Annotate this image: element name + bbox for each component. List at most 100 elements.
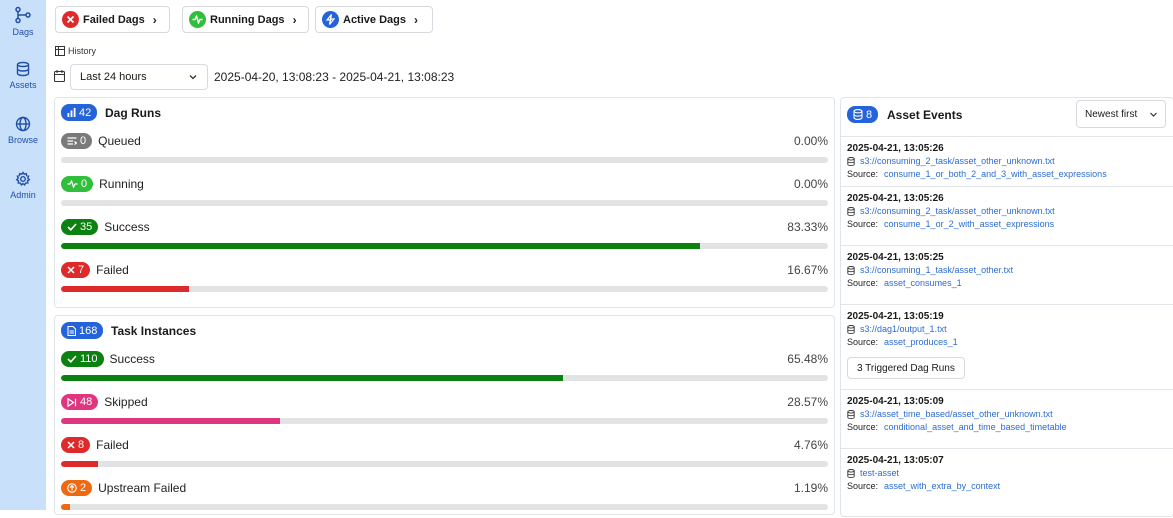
status-label: Skipped bbox=[104, 395, 148, 409]
chevron-right-icon: › bbox=[413, 12, 418, 27]
progress-bar bbox=[61, 418, 828, 424]
lightning-icon bbox=[322, 11, 339, 28]
sort-order-value: Newest first bbox=[1085, 108, 1138, 120]
status-row-failed: 7 Failed bbox=[61, 262, 129, 278]
sidebar-item-admin[interactable]: Admin bbox=[0, 171, 46, 200]
status-label: Queued bbox=[98, 134, 141, 148]
status-row-upstream-failed: 2 Upstream Failed bbox=[61, 480, 186, 496]
chevron-right-icon: › bbox=[292, 12, 297, 27]
asset-link[interactable]: test-asset bbox=[847, 468, 899, 478]
progress-bar-fill bbox=[61, 418, 281, 424]
progress-bar-fill bbox=[61, 504, 71, 510]
progress-bar-fill bbox=[61, 375, 564, 381]
progress-bar bbox=[61, 461, 828, 467]
dag-runs-count: 42 bbox=[79, 106, 92, 119]
queue-icon bbox=[67, 137, 77, 145]
status-label: Failed bbox=[96, 438, 129, 452]
database-icon bbox=[847, 324, 855, 334]
progress-bar-fill bbox=[61, 286, 189, 292]
status-row-failed: 8 Failed bbox=[61, 437, 129, 453]
dag-runs-card: 42 Dag Runs 0 Queued 0.00% 0 Running 0.00% 35 S… bbox=[54, 97, 835, 308]
source-label: Source: bbox=[847, 481, 879, 491]
time-range-select[interactable]: Last 24 hours bbox=[70, 64, 208, 90]
status-badge: 8 bbox=[61, 437, 91, 453]
asset-events-card: 8 Asset Events Newest first 2025-04-21, … bbox=[840, 97, 1173, 517]
progress-bar bbox=[61, 375, 828, 381]
event-timestamp: 2025-04-21, 13:05:25 bbox=[847, 252, 944, 263]
asset-link[interactable]: s3://consuming_2_task/asset_other_unknow… bbox=[847, 206, 1055, 216]
progress-bar bbox=[61, 243, 828, 249]
status-badge: 110 bbox=[61, 351, 104, 367]
source-label: Source: bbox=[847, 278, 879, 288]
status-row-queued: 0 Queued bbox=[61, 133, 141, 149]
running-dags-label: Running Dags bbox=[210, 13, 285, 26]
source-dag-link[interactable]: asset_produces_1 bbox=[884, 337, 958, 347]
database-icon bbox=[847, 156, 855, 166]
sidebar-item-label: Assets bbox=[9, 80, 37, 90]
status-badge: 7 bbox=[61, 262, 91, 278]
event-source: Source: consume_1_or_both_2_and_3_with_as… bbox=[847, 169, 1107, 179]
source-label: Source: bbox=[847, 219, 879, 229]
sort-order-select[interactable]: Newest first bbox=[1076, 100, 1166, 128]
progress-bar bbox=[61, 286, 828, 292]
status-badge: 0 bbox=[61, 176, 94, 192]
sidebar: Dags Assets Browse Admin bbox=[0, 0, 46, 510]
asset-event-item: 2025-04-21, 13:05:26 s3://consuming_2_tas… bbox=[841, 186, 1173, 245]
status-percentage: 28.57% bbox=[787, 395, 828, 409]
running-dags-button[interactable]: Running Dags › bbox=[182, 6, 309, 33]
event-timestamp: 2025-04-21, 13:05:19 bbox=[847, 311, 944, 322]
asset-link[interactable]: s3://dag1/output_1.txt bbox=[847, 324, 947, 334]
check-icon bbox=[67, 355, 77, 363]
status-count: 0 bbox=[81, 178, 88, 190]
chevron-down-icon bbox=[1150, 112, 1157, 117]
task-instances-count: 168 bbox=[79, 324, 98, 337]
sidebar-item-dags[interactable]: Dags bbox=[0, 6, 46, 37]
asset-uri: s3://dag1/output_1.txt bbox=[860, 324, 947, 334]
status-badge: 35 bbox=[61, 219, 99, 235]
status-row-running: 0 Running bbox=[61, 176, 144, 192]
progress-bar-fill bbox=[61, 461, 98, 467]
task-instances-title: Task Instances bbox=[111, 324, 197, 338]
database-icon bbox=[16, 61, 30, 77]
source-dag-link[interactable]: conditional_asset_and_time_based_timetab… bbox=[884, 422, 1067, 432]
file-icon bbox=[67, 325, 76, 336]
asset-link[interactable]: s3://asset_time_based/asset_other_unknow… bbox=[847, 409, 1053, 419]
sidebar-item-browse[interactable]: Browse bbox=[0, 116, 46, 145]
status-count: 7 bbox=[78, 264, 85, 276]
status-label: Success bbox=[109, 352, 155, 366]
status-row-skipped: 48 Skipped bbox=[61, 394, 148, 410]
status-percentage: 65.48% bbox=[787, 352, 828, 366]
status-count: 110 bbox=[80, 353, 98, 365]
source-dag-link[interactable]: asset_with_extra_by_context bbox=[884, 481, 1000, 491]
status-count: 35 bbox=[80, 221, 93, 233]
event-source: Source: asset_consumes_1 bbox=[847, 278, 962, 288]
status-label: Failed bbox=[96, 263, 129, 277]
source-dag-link[interactable]: consume_1_or_2_with_asset_expressions bbox=[884, 219, 1054, 229]
sidebar-item-assets[interactable]: Assets bbox=[0, 61, 46, 90]
source-dag-link[interactable]: consume_1_or_both_2_and_3_with_asset_exp… bbox=[884, 169, 1107, 179]
triggered-dag-runs-button[interactable]: 3 Triggered Dag Runs bbox=[847, 357, 965, 379]
history-heading: History bbox=[55, 46, 96, 56]
progress-bar bbox=[61, 200, 828, 206]
asset-link[interactable]: s3://consuming_2_task/asset_other_unknow… bbox=[847, 156, 1055, 166]
task-instances-count-badge: 168 bbox=[61, 322, 104, 341]
failed-dags-button[interactable]: Failed Dags › bbox=[55, 6, 170, 33]
asset-events-count: 8 bbox=[866, 108, 873, 121]
asset-event-item: 2025-04-21, 13:05:07 test-asset Source: ass… bbox=[841, 448, 1173, 518]
status-label: Running bbox=[99, 177, 144, 191]
event-timestamp: 2025-04-21, 13:05:09 bbox=[847, 396, 944, 407]
active-dags-button[interactable]: Active Dags › bbox=[315, 6, 433, 33]
event-source: Source: conditional_asset_and_time_based_… bbox=[847, 422, 1067, 432]
progress-bar-fill bbox=[61, 243, 701, 249]
skip-icon bbox=[67, 397, 77, 407]
source-dag-link[interactable]: asset_consumes_1 bbox=[884, 278, 962, 288]
source-label: Source: bbox=[847, 337, 879, 347]
status-count: 8 bbox=[78, 439, 85, 451]
asset-link[interactable]: s3://consuming_1_task/asset_other.txt bbox=[847, 265, 1013, 275]
gear-icon bbox=[15, 171, 31, 186]
activity-icon bbox=[67, 180, 78, 188]
history-label: History bbox=[68, 46, 97, 56]
active-dags-label: Active Dags bbox=[343, 13, 406, 26]
database-icon bbox=[853, 109, 863, 120]
task-instances-card: 168 Task Instances 110 Success 65.48% 48 Ski… bbox=[54, 315, 835, 515]
